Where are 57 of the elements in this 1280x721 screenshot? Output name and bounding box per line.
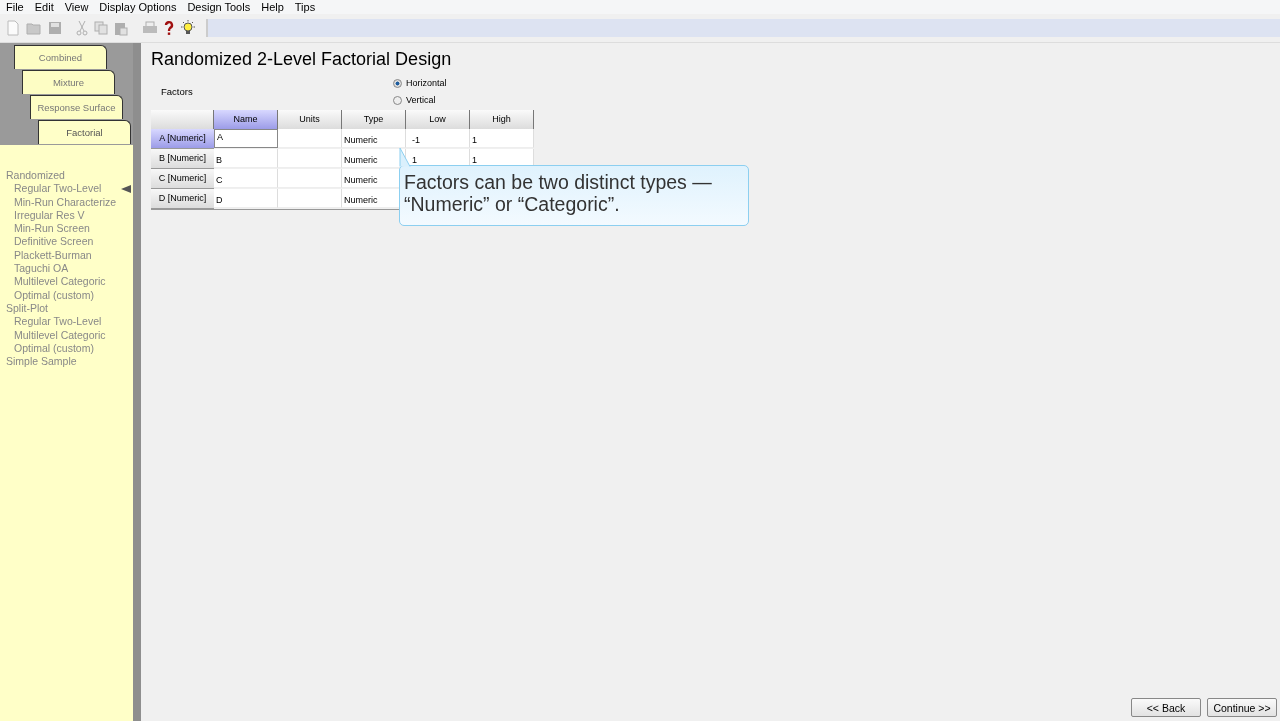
table-cell[interactable]: -1 bbox=[406, 129, 470, 148]
sidebar-tab[interactable]: Factorial bbox=[38, 120, 131, 144]
sidebar-tab[interactable]: Mixture bbox=[22, 70, 115, 94]
nav-button[interactable]: Continue >> bbox=[1207, 698, 1277, 717]
table-cell[interactable]: D bbox=[214, 189, 278, 208]
table-cell[interactable] bbox=[278, 189, 342, 208]
design-group[interactable]: Randomized bbox=[6, 169, 133, 183]
menu-item[interactable]: Display Options bbox=[99, 0, 177, 14]
design-item[interactable]: Regular Two-Level bbox=[6, 315, 133, 329]
row-header[interactable]: A [Numeric] bbox=[151, 129, 214, 149]
table-cell[interactable]: Numeric bbox=[342, 149, 406, 168]
menu-item[interactable]: Edit bbox=[34, 0, 54, 14]
column-header[interactable]: Units bbox=[278, 110, 342, 129]
radio-option[interactable]: Vertical bbox=[393, 95, 447, 105]
factors-label: Factors bbox=[161, 86, 194, 97]
menu-item[interactable]: Design Tools bbox=[187, 0, 251, 14]
design-item[interactable]: Irregular Res V bbox=[6, 208, 133, 223]
menu-item[interactable]: File bbox=[6, 0, 24, 14]
tooltip-tail bbox=[399, 147, 411, 167]
menu-item[interactable]: Tips bbox=[294, 0, 316, 14]
column-header[interactable]: Name bbox=[214, 110, 278, 129]
design-group[interactable]: Simple Sample bbox=[6, 355, 133, 369]
design-item[interactable]: Min-Run Characterize bbox=[6, 195, 133, 209]
nav-button[interactable]: << Back bbox=[1131, 698, 1201, 717]
row-header[interactable]: B [Numeric] bbox=[151, 149, 214, 169]
design-item[interactable]: Definitive Screen bbox=[6, 235, 133, 249]
table-cell[interactable] bbox=[278, 169, 342, 188]
table-cell[interactable]: Numeric bbox=[342, 129, 406, 148]
help-icon[interactable] bbox=[164, 20, 174, 36]
column-header[interactable]: Low bbox=[406, 110, 470, 129]
sidebar-tab[interactable]: Response Surface bbox=[30, 95, 123, 119]
design-item[interactable]: Plackett-Burman bbox=[6, 248, 133, 263]
menu-item[interactable]: Help bbox=[261, 0, 284, 14]
design-group[interactable]: Split-Plot bbox=[6, 301, 133, 316]
design-item[interactable]: Optimal (custom) bbox=[6, 341, 133, 356]
design-item[interactable]: Multilevel Categoric bbox=[6, 275, 133, 289]
table-cell[interactable]: A bbox=[214, 129, 278, 148]
column-header[interactable]: High bbox=[470, 110, 534, 129]
row-header[interactable]: C [Numeric] bbox=[151, 169, 214, 189]
design-item[interactable]: Min-Run Screen bbox=[6, 222, 133, 236]
design-item[interactable]: Regular Two-Level bbox=[6, 182, 133, 196]
table-cell[interactable]: B bbox=[214, 149, 278, 168]
table-corner-header bbox=[151, 110, 214, 129]
table-cell[interactable]: 1 bbox=[470, 129, 534, 148]
table-cell[interactable] bbox=[278, 149, 342, 168]
design-item[interactable]: Multilevel Categoric bbox=[6, 328, 133, 342]
page-title: Randomized 2-Level Factorial Design bbox=[151, 49, 453, 70]
menu-item[interactable]: View bbox=[64, 0, 89, 14]
table-cell[interactable]: C bbox=[214, 169, 278, 188]
table-cell[interactable] bbox=[278, 129, 342, 148]
light-bulb-icon[interactable] bbox=[180, 20, 196, 36]
column-header[interactable]: Type bbox=[342, 110, 406, 129]
sidebar-tab[interactable]: Combined bbox=[14, 45, 107, 69]
design-item[interactable]: Optimal (custom) bbox=[6, 288, 133, 302]
design-item[interactable]: Taguchi OA bbox=[6, 262, 133, 276]
radio-option[interactable]: Horizontal bbox=[393, 78, 447, 88]
row-header[interactable]: D [Numeric] bbox=[151, 189, 214, 209]
